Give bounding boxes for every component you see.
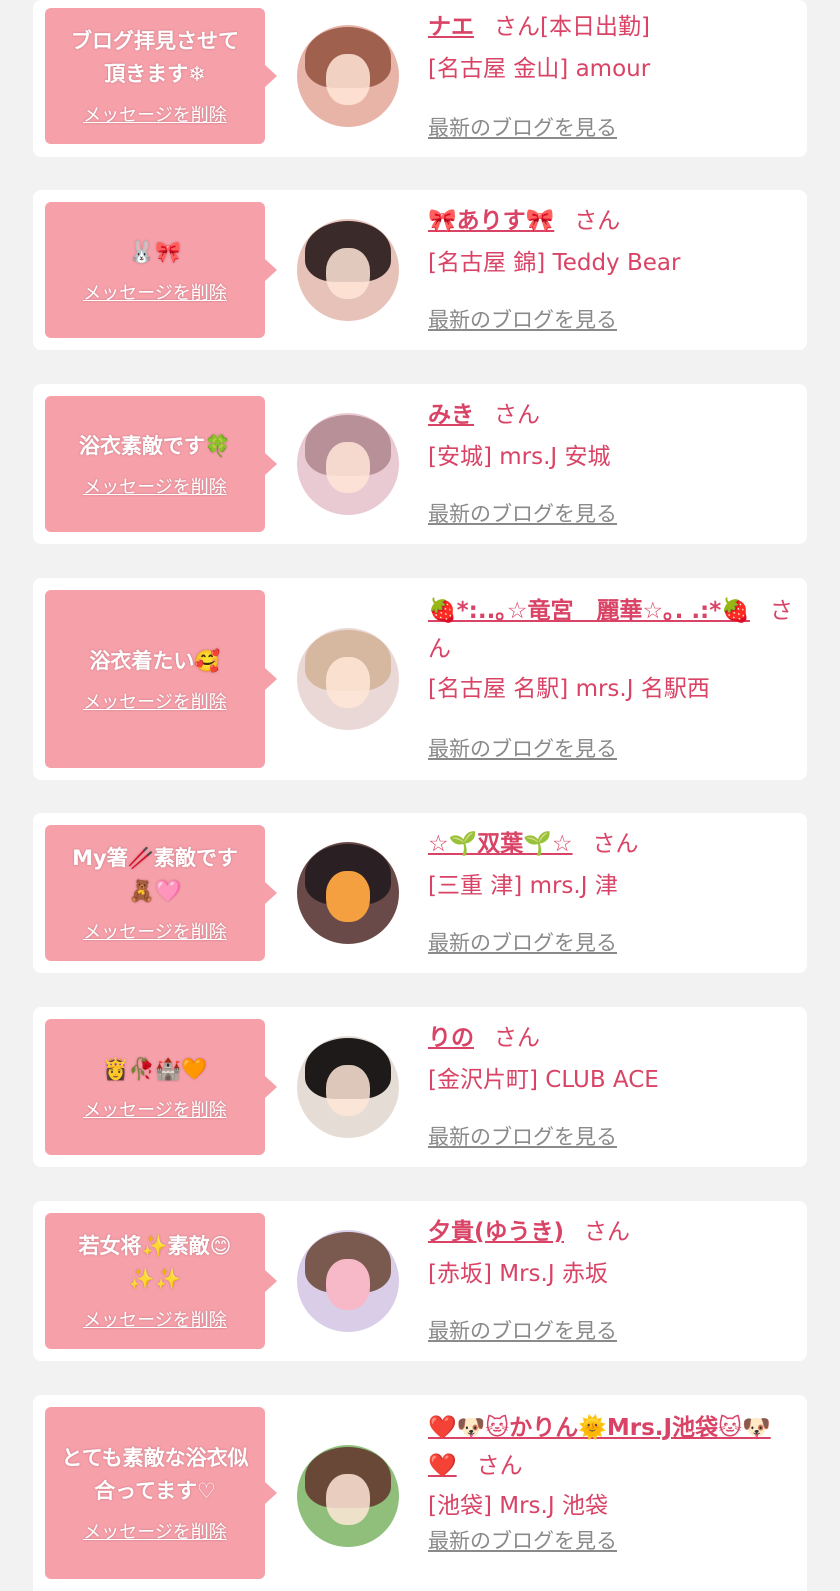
message-bubble: 若女将✨素敵😊✨✨ メッセージを削除 [45,1213,277,1349]
honorific-text: さん [584,1219,631,1245]
shop-text: [名古屋 名駅] mrs.J 名駅西 [428,676,710,702]
message-card: 浴衣素敵です🍀 メッセージを削除 みき さん [安城] mrs.J 安城 最新のブ… [33,384,807,544]
message-bubble: ブログ拝見させて頂きます❄ メッセージを削除 [45,8,277,144]
cast-name-link[interactable]: ナエ [428,14,474,40]
avatar[interactable] [297,842,399,944]
latest-blog-link[interactable]: 最新のブログを見る [428,112,617,142]
honorific-text: さん [592,831,639,857]
delete-message-link[interactable]: メッセージを削除 [83,918,227,944]
message-card: 🐰🎀 メッセージを削除 🎀ありす🎀 さん [名古屋 錦] Teddy Bear 最… [33,190,807,350]
shop-text: [池袋] Mrs.J 池袋 [428,1493,608,1519]
cast-name-link[interactable]: みき [428,402,474,428]
delete-message-link[interactable]: メッセージを削除 [83,1518,227,1544]
latest-blog-link[interactable]: 最新のブログを見る [428,1525,617,1555]
shop-text: [名古屋 錦] Teddy Bear [428,250,681,276]
message-text: My箸🥢素敵です🧸🩷 [72,846,238,903]
delete-message-link[interactable]: メッセージを削除 [83,1096,227,1122]
cast-name-link[interactable]: りの [428,1025,474,1051]
avatar[interactable] [297,1036,399,1138]
honorific-text: さん[本日出勤] [494,14,650,40]
cast-name-link[interactable]: 🍓*:..｡☆竜宮 麗華☆｡. .:*🍓 [428,598,750,624]
message-card: My箸🥢素敵です🧸🩷 メッセージを削除 ☆🌱双葉🌱☆ さん [三重 津] mrs.… [33,813,807,973]
message-card: ブログ拝見させて頂きます❄ メッセージを削除 ナエ さん[本日出勤] [名古屋 金… [33,0,807,157]
delete-message-link[interactable]: メッセージを削除 [83,688,227,714]
avatar[interactable] [297,25,399,127]
message-bubble: とても素敵な浴衣似合ってます♡ メッセージを削除 [45,1407,277,1579]
honorific-text: さん [494,402,540,428]
delete-message-link[interactable]: メッセージを削除 [83,279,227,305]
latest-blog-link[interactable]: 最新のブログを見る [428,927,617,957]
message-bubble: 浴衣着たい🥰 メッセージを削除 [45,590,277,768]
message-text: ブログ拝見させて頂きます❄ [71,29,239,86]
honorific-text: さん [494,1025,540,1051]
shop-text: [三重 津] mrs.J 津 [428,873,618,899]
latest-blog-link[interactable]: 最新のブログを見る [428,1315,617,1345]
avatar[interactable] [297,219,399,321]
message-text: 浴衣着たい🥰 [89,648,221,673]
message-text: 🐰🎀 [128,239,182,264]
avatar[interactable] [297,1445,399,1547]
message-card: とても素敵な浴衣似合ってます♡ メッセージを削除 ❤️🐶🐱かりん🌞Mrs.J池袋… [33,1395,807,1591]
cast-name-link[interactable]: 夕貴(ゆうき) [428,1219,564,1245]
message-bubble: 🐰🎀 メッセージを削除 [45,202,277,338]
honorific-text: さん [476,1453,523,1479]
message-card: 若女将✨素敵😊✨✨ メッセージを削除 夕貴(ゆうき) さん [赤坂] Mrs.J … [33,1201,807,1361]
message-text: 👸🥀🏰🧡 [102,1056,208,1081]
honorific-text: さん [574,208,621,234]
latest-blog-link[interactable]: 最新のブログを見る [428,1121,617,1151]
latest-blog-link[interactable]: 最新のブログを見る [428,733,617,763]
avatar[interactable] [297,413,399,515]
message-text: とても素敵な浴衣似合ってます♡ [61,1446,249,1503]
message-text: 浴衣素敵です🍀 [78,433,232,458]
cast-name-link[interactable]: 🎀ありす🎀 [428,208,554,234]
latest-blog-link[interactable]: 最新のブログを見る [428,304,617,334]
delete-message-link[interactable]: メッセージを削除 [83,1306,227,1332]
message-bubble: 浴衣素敵です🍀 メッセージを削除 [45,396,277,532]
cast-name-link[interactable]: ☆🌱双葉🌱☆ [428,831,573,857]
shop-text: [赤坂] Mrs.J 赤坂 [428,1261,608,1287]
delete-message-link[interactable]: メッセージを削除 [83,101,227,127]
delete-message-link[interactable]: メッセージを削除 [83,473,227,499]
message-card: 浴衣着たい🥰 メッセージを削除 🍓*:..｡☆竜宮 麗華☆｡. .:*🍓 さん [… [33,578,807,780]
message-bubble: My箸🥢素敵です🧸🩷 メッセージを削除 [45,825,277,961]
shop-text: [名古屋 金山] amour [428,56,651,82]
avatar[interactable] [297,1230,399,1332]
shop-text: [金沢片町] CLUB ACE [428,1067,659,1093]
avatar[interactable] [297,628,399,730]
message-text: 若女将✨素敵😊✨✨ [78,1234,232,1291]
latest-blog-link[interactable]: 最新のブログを見る [428,498,617,528]
shop-text: [安城] mrs.J 安城 [428,444,611,470]
message-card: 👸🥀🏰🧡 メッセージを削除 りの さん [金沢片町] CLUB ACE 最新のブロ… [33,1007,807,1167]
message-bubble: 👸🥀🏰🧡 メッセージを削除 [45,1019,277,1155]
